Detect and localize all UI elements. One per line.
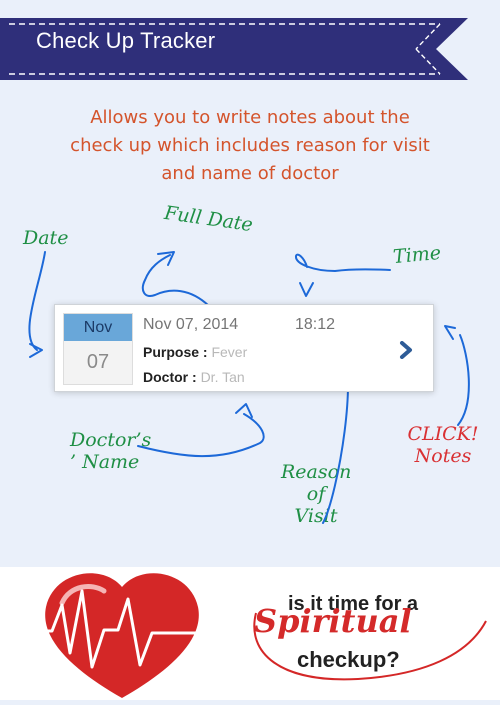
arrow-click <box>457 334 470 426</box>
footer-line-2: Spiritual <box>254 602 412 640</box>
heart-icon <box>0 573 250 698</box>
date-day: 07 <box>86 351 110 373</box>
doctor-value: Dr. Tan <box>200 369 245 385</box>
arrow-doctor <box>137 413 265 458</box>
full-date: Nov 07, 2014 <box>143 316 239 333</box>
date-month: Nov <box>64 314 132 341</box>
checkup-time: 18:12 <box>295 316 336 333</box>
purpose-row: Purpose : Fever <box>143 344 247 360</box>
footer-banner <box>0 567 500 700</box>
footer-line-3: checkup? <box>297 647 400 672</box>
arrow-head-click <box>444 325 456 340</box>
arrow-time <box>295 253 391 272</box>
arrow-head-date <box>29 343 43 358</box>
annotation-arrows <box>28 251 470 524</box>
checkup-card[interactable]: Nov 07 Nov 07, 2014 18:12 Purpose : Feve… <box>54 304 434 392</box>
arrow-head-time <box>299 282 314 297</box>
arrow-head-full-date <box>157 251 175 266</box>
chevron-right-icon[interactable] <box>397 341 415 359</box>
arrow-full-date <box>141 254 210 307</box>
doctor-row: Doctor : Dr. Tan <box>143 369 245 385</box>
date-box: Nov 07 <box>63 313 133 385</box>
purpose-label: Purpose : <box>143 344 208 360</box>
doctor-label: Doctor : <box>143 369 197 385</box>
arrow-date <box>28 251 46 351</box>
purpose-value: Fever <box>211 344 248 360</box>
